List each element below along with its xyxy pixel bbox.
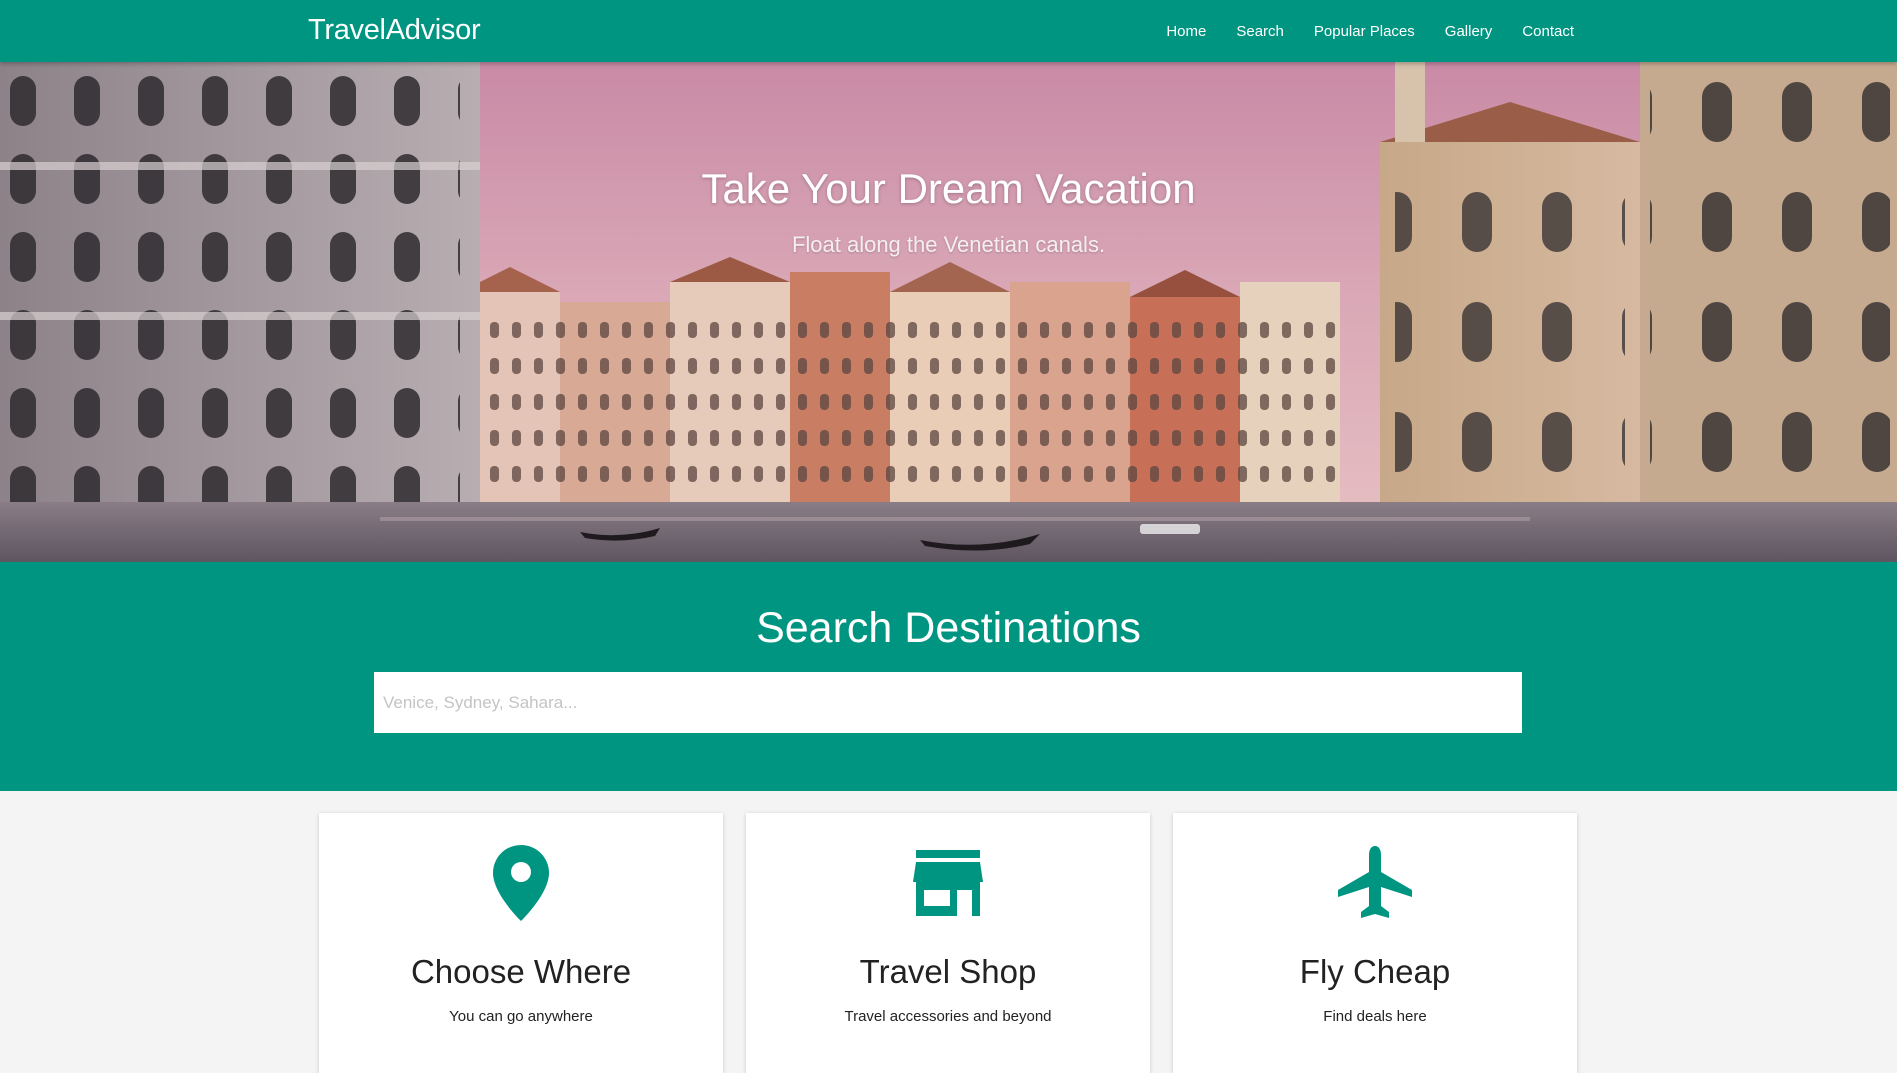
card-text: You can go anywhere <box>449 1008 593 1025</box>
features-section: Choose Where You can go anywhere Travel … <box>0 791 1897 1073</box>
nav-menu: Home Search Popular Places Gallery Conta… <box>1166 0 1574 62</box>
hero-banner: Take Your Dream Vacation Float along the… <box>0 62 1897 562</box>
hero-background-image <box>0 62 1897 562</box>
search-title: Search Destinations <box>756 604 1141 652</box>
feature-card-fly-cheap[interactable]: Fly Cheap Find deals here <box>1173 813 1577 1073</box>
map-pin-icon <box>493 845 549 921</box>
feature-card-choose-where[interactable]: Choose Where You can go anywhere <box>319 813 723 1073</box>
brand-logo[interactable]: TravelAdvisor <box>308 14 481 47</box>
hero-subtitle: Float along the Venetian canals. <box>791 232 1106 257</box>
nav-link-popular-places[interactable]: Popular Places <box>1314 23 1415 40</box>
feature-card-travel-shop[interactable]: Travel Shop Travel accessories and beyon… <box>746 813 1150 1073</box>
storefront-icon <box>913 850 983 916</box>
navbar: TravelAdvisor Home Search Popular Places… <box>0 0 1897 62</box>
search-input[interactable] <box>374 672 1522 733</box>
nav-link-gallery[interactable]: Gallery <box>1445 23 1493 40</box>
card-title: Fly Cheap <box>1299 953 1451 990</box>
search-section: Search Destinations <box>0 562 1897 791</box>
card-text: Find deals here <box>1323 1008 1427 1025</box>
card-text: Travel accessories and beyond <box>844 1008 1052 1025</box>
nav-link-home[interactable]: Home <box>1166 23 1206 40</box>
nav-link-contact[interactable]: Contact <box>1522 23 1574 40</box>
card-title: Travel Shop <box>859 953 1037 990</box>
hero-title: Take Your Dream Vacation <box>701 165 1196 212</box>
card-title: Choose Where <box>410 953 632 990</box>
airplane-icon <box>1338 846 1412 918</box>
nav-link-search[interactable]: Search <box>1236 23 1284 40</box>
